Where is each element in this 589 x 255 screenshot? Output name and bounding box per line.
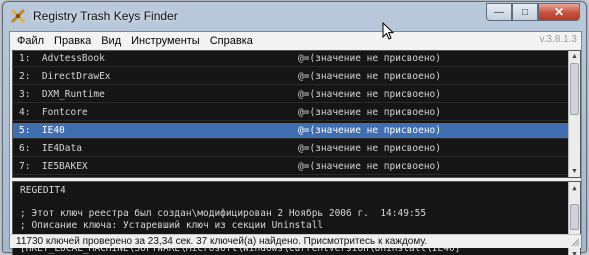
maximize-button[interactable]: □ [512, 3, 538, 21]
details-scrollbar-thumb[interactable] [570, 204, 579, 230]
status-bar: 11730 ключей проверено за 23,34 сек. 37 … [10, 234, 581, 248]
key-value: @=(значение не присвоено) [298, 53, 441, 64]
menu-view[interactable]: Вид [96, 35, 126, 47]
key-value: @=(значение не присвоено) [298, 71, 441, 82]
key-name: 3: DXM_Runtime [19, 89, 105, 100]
menu-bar: Файл Правка Вид Инструменты Справка v.3.… [10, 32, 581, 49]
scroll-up-icon[interactable]: ▲ [569, 51, 580, 62]
window-title: Registry Trash Keys Finder [33, 9, 178, 23]
details-scroll-up-icon[interactable]: ▲ [569, 182, 580, 193]
close-button[interactable]: ✕ [538, 3, 580, 21]
list-item[interactable]: 1: AdvtessBook @=(значение не присвоено) [13, 51, 569, 67]
scroll-down-icon[interactable]: ▼ [569, 166, 580, 177]
keys-list[interactable]: 1: AdvtessBook @=(значение не присвоено) 2… [12, 50, 581, 178]
app-window: Registry Trash Keys Finder — □ ✕ Файл Пр… [2, 1, 587, 255]
details-scroll-down-icon[interactable]: ▼ [569, 248, 580, 255]
menu-help[interactable]: Справка [205, 35, 258, 47]
close-icon: ✕ [553, 5, 565, 19]
key-value: @=(значение не присвоено) [298, 143, 441, 154]
key-value: @=(значение не присвоено) [298, 125, 441, 136]
key-name: 2: DirectDrawEx [19, 71, 111, 82]
detail-line: ; Описание ключа: Устаревший ключ из сек… [20, 219, 324, 231]
list-item[interactable]: 4: Fontcore @=(значение не присвоено) [13, 105, 569, 121]
key-value: @=(значение не присвоено) [298, 161, 441, 172]
menu-file[interactable]: Файл [10, 35, 49, 47]
maximize-icon: □ [521, 6, 529, 18]
key-name: 5: IE40 [19, 125, 65, 136]
resize-grip-icon[interactable] [570, 237, 580, 247]
detail-line: ; Этот ключ реестра был создан\модифицир… [20, 208, 427, 219]
detail-line: REGEDIT4 [20, 185, 66, 196]
menu-tools[interactable]: Инструменты [126, 35, 205, 47]
status-text: 11730 ключей проверено за 23,34 сек. 37 … [16, 236, 428, 247]
version-label: v.3.8.1.3 [539, 34, 577, 45]
list-item[interactable]: 5: IE40 @=(значение не присвоено) [13, 123, 569, 139]
list-scrollbar[interactable]: ▲ ▼ [568, 51, 580, 177]
client-area: Файл Правка Вид Инструменты Справка v.3.… [9, 31, 582, 255]
mouse-cursor-icon [382, 21, 395, 40]
list-item[interactable]: 2: DirectDrawEx @=(значение не присвоено) [13, 69, 569, 85]
menu-edit[interactable]: Правка [49, 35, 96, 47]
key-name: 4: Fontcore [19, 107, 88, 118]
app-icon [10, 8, 26, 24]
list-item[interactable]: 7: IE5BAKEX @=(значение не присвоено) [13, 159, 569, 175]
scrollbar-thumb[interactable] [570, 63, 579, 115]
list-item[interactable]: 3: DXM_Runtime @=(значение не присвоено) [13, 87, 569, 103]
key-value: @=(значение не присвоено) [298, 107, 441, 118]
key-name: 1: AdvtessBook [19, 53, 105, 64]
key-value: @=(значение не присвоено) [298, 89, 441, 100]
key-name: 7: IE5BAKEX [19, 161, 88, 172]
minimize-button[interactable]: — [486, 3, 512, 21]
list-item[interactable]: 6: IE4Data @=(значение не присвоено) [13, 141, 569, 157]
window-controls: — □ ✕ [486, 3, 580, 21]
key-name: 6: IE4Data [19, 143, 82, 154]
minimize-icon: — [494, 6, 504, 18]
title-bar[interactable]: Registry Trash Keys Finder — □ ✕ [3, 2, 586, 30]
